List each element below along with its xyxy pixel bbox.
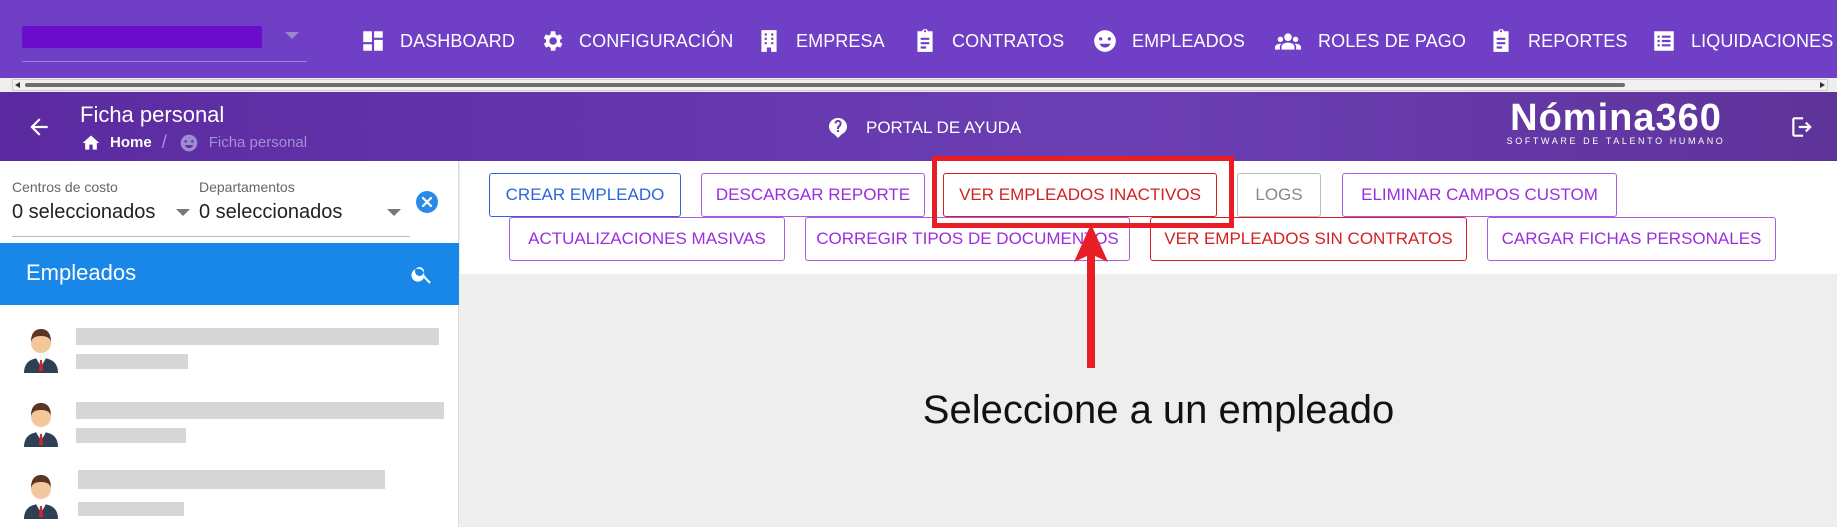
employee-name-placeholder	[78, 470, 385, 489]
close-icon	[421, 196, 433, 208]
logo-wordmark: Nómina360	[1510, 97, 1722, 139]
horizontal-scrollbar[interactable]	[12, 79, 1828, 91]
logout-icon	[1792, 117, 1812, 137]
download-report-button[interactable]: DESCARGAR REPORTE	[701, 173, 925, 217]
nav-item-label: LIQUIDACIONES	[1691, 30, 1834, 51]
upload-personal-files-button[interactable]: CARGAR FICHAS PERSONALES	[1487, 217, 1776, 261]
nav-item-configuracion[interactable]: CONFIGURACIÓN	[539, 26, 733, 56]
back-button[interactable]	[26, 114, 52, 140]
nav-item-label: CONTRATOS	[952, 30, 1065, 51]
nav-item-contratos[interactable]: CONTRATOS	[912, 26, 1064, 56]
nav-item-label: EMPRESA	[796, 30, 885, 51]
department-filter[interactable]: Departamentos 0 seleccionados	[199, 179, 401, 229]
breadcrumb-separator: /	[161, 132, 167, 152]
search-button[interactable]	[410, 262, 434, 286]
chevron-down-icon	[387, 209, 401, 216]
chevron-down-icon	[285, 32, 299, 39]
home-icon	[82, 135, 100, 150]
nav-item-roles-de-pago[interactable]: ROLES DE PAGO	[1272, 26, 1466, 56]
report-icon	[1493, 29, 1509, 52]
employees-title: Empleados	[26, 260, 137, 285]
search-icon	[411, 267, 431, 284]
scroll-left-arrow-icon[interactable]	[15, 82, 20, 88]
app-logo: Nómina360 SOFTWARE DE TALENTO HUMANO	[1505, 98, 1727, 146]
cost-center-filter[interactable]: Centros de costo 0 seleccionados	[12, 179, 190, 229]
chevron-down-icon	[176, 209, 190, 216]
employee-detail-placeholder	[78, 502, 184, 516]
clear-filters-button[interactable]	[416, 191, 438, 213]
employee-detail-placeholder	[76, 354, 188, 369]
logo-tagline: SOFTWARE DE TALENTO HUMANO	[1506, 136, 1726, 146]
nav-item-label: CONFIGURACIÓN	[579, 30, 734, 51]
employee-detail-placeholder	[76, 428, 186, 443]
page-title: Ficha personal	[80, 102, 225, 127]
help-portal-link[interactable]: PORTAL DE AYUDA	[826, 116, 1021, 140]
face-icon	[1094, 30, 1116, 52]
top-nav: DASHBOARD CONFIGURACIÓN EMPRESA CONTRATO…	[0, 0, 1837, 78]
filter-label: Centros de costo	[12, 179, 118, 195]
help-circle-icon	[829, 118, 847, 138]
logout-button[interactable]	[1789, 114, 1815, 140]
annotation-highlight-box	[932, 156, 1234, 228]
company-name	[22, 26, 262, 48]
nav-item-label: DASHBOARD	[400, 30, 515, 51]
building-icon	[761, 30, 777, 52]
nav-item-empleados[interactable]: EMPLEADOS	[1092, 26, 1245, 56]
page-header: Ficha personal Home / Ficha personal POR…	[0, 92, 1837, 161]
group-icon	[1275, 33, 1301, 50]
employee-avatar-icon	[24, 403, 58, 447]
list-icon	[1654, 31, 1674, 51]
help-portal-label: PORTAL DE AYUDA	[866, 118, 1022, 137]
employee-name-placeholder	[76, 328, 439, 345]
gear-icon	[543, 31, 563, 51]
nav-item-empresa[interactable]: EMPRESA	[756, 26, 885, 56]
logs-button[interactable]: LOGS	[1237, 173, 1321, 217]
nav-item-label: ROLES DE PAGO	[1318, 30, 1467, 51]
nav-item-label: REPORTES	[1528, 30, 1628, 51]
breadcrumb-current: Ficha personal	[208, 134, 308, 151]
breadcrumb-home-link[interactable]: Home	[110, 134, 152, 151]
arrow-left-icon	[30, 118, 48, 136]
employees-header: Empleados	[0, 243, 459, 305]
nav-item-dashboard[interactable]: DASHBOARD	[360, 26, 515, 56]
scrollbar-thumb[interactable]	[25, 83, 1625, 87]
company-selector[interactable]	[22, 24, 307, 62]
scroll-right-arrow-icon[interactable]	[1820, 82, 1825, 88]
breadcrumb: Home / Ficha personal	[80, 132, 307, 153]
empty-state-message: Seleccione a un empleado	[922, 388, 1395, 432]
dashboard-icon	[363, 31, 383, 51]
annotation-arrow-icon	[1074, 224, 1108, 368]
employee-avatar-icon	[24, 475, 58, 519]
nav-item-label: EMPLEADOS	[1132, 30, 1245, 51]
face-icon	[180, 134, 198, 151]
filter-value: 0 seleccionados	[12, 201, 156, 223]
nav-item-reportes[interactable]: REPORTES	[1488, 26, 1628, 56]
create-employee-button[interactable]: CREAR EMPLEADO	[489, 173, 681, 217]
nav-item-liquidaciones[interactable]: LIQUIDACIONES	[1651, 26, 1833, 56]
filter-divider	[12, 236, 410, 237]
filter-value: 0 seleccionados	[199, 201, 343, 223]
bulk-updates-button[interactable]: ACTUALIZACIONES MASIVAS	[509, 217, 785, 261]
delete-custom-fields-button[interactable]: ELIMINAR CAMPOS CUSTOM	[1342, 173, 1617, 217]
clipboard-icon	[917, 29, 933, 52]
filter-label: Departamentos	[199, 179, 295, 195]
employee-name-placeholder	[76, 402, 444, 419]
employee-avatar-icon	[24, 329, 58, 373]
